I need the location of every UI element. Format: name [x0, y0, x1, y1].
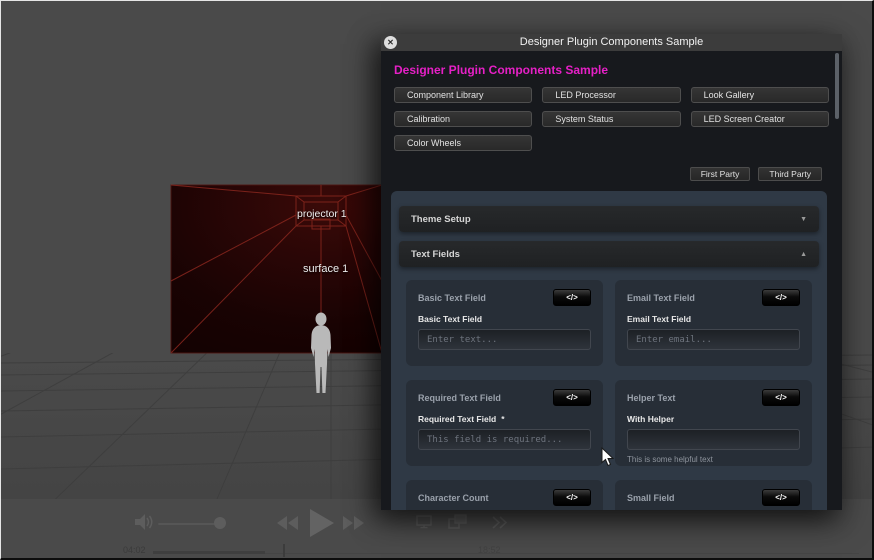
volume-icon[interactable]	[135, 514, 155, 530]
accordion-label: Theme Setup	[411, 213, 471, 225]
basic-text-input[interactable]	[418, 329, 591, 350]
code-view-button[interactable]: </>	[762, 389, 800, 406]
nav-button-look-gallery[interactable]: Look Gallery	[690, 87, 829, 103]
card-small-field: Small Field </>	[615, 480, 812, 510]
accordion-text-fields[interactable]: Text Fields ▲	[399, 241, 819, 267]
code-view-button[interactable]: </>	[762, 489, 800, 506]
dialog-title: Designer Plugin Components Sample	[519, 36, 704, 48]
accordion-label: Text Fields	[411, 248, 460, 260]
projector-label: projector 1	[297, 208, 347, 220]
card-email-text-field: Email Text Field </> Email Text Field	[615, 280, 812, 366]
plugin-dialog: ✕ Designer Plugin Components Sample Desi…	[381, 34, 842, 510]
timeline-progress	[153, 551, 265, 554]
elapsed-time: 04:02	[123, 545, 146, 555]
code-view-button[interactable]: </>	[553, 489, 591, 506]
card-title: Basic Text Field	[418, 292, 486, 303]
code-view-button[interactable]: </>	[553, 389, 591, 406]
accordion-theme-setup[interactable]: Theme Setup ▼	[399, 206, 819, 232]
field-label: Email Text Field	[627, 314, 692, 324]
expand-chevrons-icon[interactable]	[491, 516, 508, 529]
nav-button-system-status[interactable]: System Status	[542, 111, 681, 127]
party-filter-row: First Party Third Party	[394, 167, 829, 181]
nav-button-led-processor[interactable]: LED Processor	[542, 87, 681, 103]
helper-text-input[interactable]	[627, 429, 800, 450]
card-title: Character Count	[418, 492, 489, 503]
volume-knob[interactable]	[214, 517, 226, 529]
nav-button-component-library[interactable]: Component Library	[394, 87, 533, 103]
card-basic-text-field: Basic Text Field </> Basic Text Field	[406, 280, 603, 366]
email-text-input[interactable]	[627, 329, 800, 350]
app-window: projector 1 surface 1 04:02 18:52 ✕ Desi…	[0, 0, 874, 560]
card-required-text-field: Required Text Field </> Required Text Fi…	[406, 380, 603, 466]
nav-button-led-screen-creator[interactable]: LED Screen Creator	[690, 111, 829, 127]
chevron-up-icon: ▲	[800, 250, 807, 258]
third-party-button[interactable]: Third Party	[758, 167, 822, 181]
fast-forward-button[interactable]	[343, 516, 365, 530]
nav-button-color-wheels[interactable]: Color Wheels	[394, 135, 533, 151]
code-view-button[interactable]: </>	[762, 289, 800, 306]
surface-label: surface 1	[303, 263, 349, 275]
card-title: Small Field	[627, 492, 675, 503]
timeline-playhead[interactable]	[283, 544, 285, 557]
field-label: Required Text Field *	[418, 414, 505, 424]
plugin-heading: Designer Plugin Components Sample	[394, 63, 609, 77]
chevron-down-icon: ▼	[800, 215, 807, 223]
mouse-cursor	[601, 447, 615, 467]
card-title: Email Text Field	[627, 292, 695, 303]
required-text-input[interactable]	[418, 429, 591, 450]
projector-frustum-wireframe	[170, 184, 383, 354]
helper-text: This is some helpful text	[627, 455, 713, 464]
rewind-button[interactable]	[277, 516, 299, 530]
display-output-icon[interactable]	[416, 515, 432, 529]
scrollbar-thumb[interactable]	[835, 53, 839, 119]
card-title: Required Text Field	[418, 392, 501, 403]
dialog-titlebar[interactable]: ✕ Designer Plugin Components Sample	[381, 34, 842, 51]
card-grid: Basic Text Field </> Basic Text Field Em…	[399, 280, 819, 510]
nav-button-calibration[interactable]: Calibration	[394, 111, 533, 127]
card-helper-text: Helper Text </> With Helper This is some…	[615, 380, 812, 466]
nav-button-grid: Component Library LED Processor Look Gal…	[394, 87, 829, 151]
field-label: With Helper	[627, 414, 675, 424]
field-label: Basic Text Field	[418, 314, 483, 324]
duplicate-window-icon[interactable]	[448, 514, 467, 529]
human-figure	[311, 312, 331, 393]
volume-slider[interactable]	[158, 523, 216, 525]
required-asterisk: *	[501, 414, 505, 424]
code-view-button[interactable]: </>	[553, 289, 591, 306]
play-button[interactable]	[310, 509, 334, 537]
card-character-count: Character Count </>	[406, 480, 603, 510]
first-party-button[interactable]: First Party	[689, 167, 751, 181]
cue-time: 18:52	[478, 545, 501, 555]
card-title: Helper Text	[627, 392, 676, 403]
